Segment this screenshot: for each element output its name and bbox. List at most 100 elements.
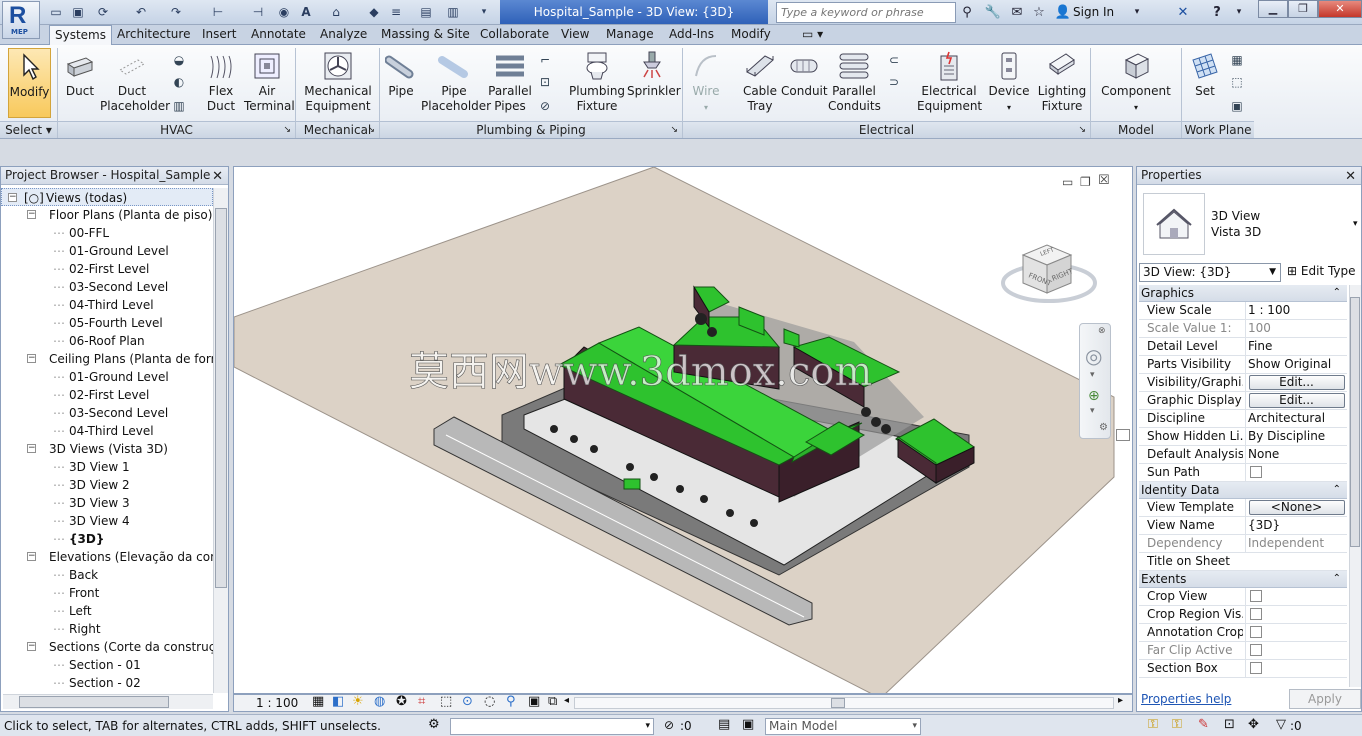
air-terminal-button[interactable]: Air Terminal (244, 48, 295, 118)
property-edit-button[interactable]: <None> (1248, 500, 1345, 515)
property-row[interactable]: Parts Visibility Show Original (1139, 356, 1347, 374)
tab-systems[interactable]: Systems (49, 25, 112, 46)
workset-select[interactable]: ▾ (450, 718, 654, 735)
text-icon[interactable]: A (298, 4, 314, 20)
show-work-plane-icon[interactable]: ▦ (1228, 52, 1246, 68)
scroll-thumb[interactable] (215, 208, 227, 588)
mechanical-equipment-button[interactable]: Mechanical Equipment (303, 48, 373, 118)
close-button[interactable]: ✕ (1318, 0, 1362, 18)
analysis-display-icon[interactable]: ▣ (528, 694, 540, 709)
tree-root[interactable]: − [○] Views (todas) (1, 188, 213, 206)
visual-style-icon[interactable]: ◧ (332, 694, 344, 709)
help-icon[interactable]: ? (1208, 4, 1226, 21)
property-edit-button[interactable]: Edit... (1248, 393, 1345, 408)
property-row[interactable]: Detail Level Fine (1139, 338, 1347, 356)
property-row[interactable]: Scale Value 1: 100 (1139, 320, 1347, 338)
measure-icon[interactable]: ⊢ (210, 4, 226, 20)
property-row[interactable]: Crop View (1139, 588, 1347, 606)
design-options-icon[interactable]: ▤ (718, 717, 730, 732)
tree-item[interactable]: ⋯ Right (1, 620, 213, 638)
tree-item[interactable]: ⋯ Left (1, 602, 213, 620)
duct-accessory-icon[interactable]: ◐ (170, 74, 188, 90)
property-checkbox[interactable] (1250, 644, 1262, 656)
close-hidden-icon[interactable]: ▤ (418, 4, 434, 20)
property-row[interactable]: Far Clip Active (1139, 642, 1347, 660)
sun-path-icon[interactable]: ☀ (352, 694, 364, 709)
collapse-icon[interactable]: − (27, 642, 36, 651)
property-row[interactable]: Dependency Independent (1139, 535, 1347, 553)
flex-duct-button[interactable]: Flex Duct (200, 48, 242, 118)
collapse-group-icon[interactable]: ⌃ (1333, 482, 1341, 498)
scroll-thumb[interactable] (19, 696, 169, 708)
thin-lines-icon[interactable]: ≡ (388, 4, 404, 20)
tree-item[interactable]: ⋯ 01-Ground Level (1, 242, 213, 260)
property-row[interactable]: View Template <None> (1139, 499, 1347, 517)
collapse-icon[interactable]: − (8, 193, 17, 202)
zoom-dropdown-icon[interactable]: ▾ (1090, 406, 1095, 416)
select-underlay-icon[interactable]: ⚿ (1172, 717, 1182, 732)
component-button[interactable]: Component ▾ (1100, 48, 1172, 118)
collapse-icon[interactable]: − (27, 354, 36, 363)
tab-insert[interactable]: Insert (197, 25, 241, 45)
redo-icon[interactable]: ↷ (168, 4, 184, 20)
property-row[interactable]: Crop Region Vis... (1139, 606, 1347, 624)
panel-select[interactable]: Select ▾ (0, 121, 57, 138)
tab-manage[interactable]: Manage (601, 25, 659, 45)
subscription-icon[interactable]: 🔧 (984, 4, 1002, 21)
tree-group[interactable]: −Elevations (Elevação da constru (1, 548, 213, 566)
tree-item[interactable]: ⋯ Front (1, 584, 213, 602)
device-button[interactable]: Device ▾ (988, 48, 1030, 118)
tree-item[interactable]: ⋯ Back (1, 566, 213, 584)
wire-button[interactable]: Wire ▾ (686, 48, 726, 118)
tree-item[interactable]: ⋯ 3D View 1 (1, 458, 213, 476)
view-scale[interactable]: 1 : 100 (256, 696, 298, 710)
crop-view-icon[interactable]: ⌗ (418, 694, 425, 709)
dimension-icon[interactable]: ⊣ (250, 4, 266, 20)
pipe-fitting-icon[interactable]: ⌐ (536, 52, 554, 68)
steering-wheel-icon[interactable]: ◎ (1085, 344, 1102, 368)
tree-item[interactable]: ⋯ {3D} (1, 530, 213, 548)
save-icon[interactable]: ▣ (70, 4, 86, 20)
tab-add-ins[interactable]: Add-Ins (664, 25, 719, 45)
tab-modify[interactable]: Modify (726, 25, 776, 45)
tab-massing-site[interactable]: Massing & Site (376, 25, 475, 45)
set-work-plane-button[interactable]: Set (1185, 48, 1225, 118)
close-view-icon[interactable]: ☒ (1098, 173, 1110, 188)
tree-group[interactable]: − Sections (Corte da construção (1, 638, 213, 656)
conduit-button[interactable]: Conduit (781, 48, 828, 118)
viewport-horizontal-scrollbar[interactable] (574, 697, 1114, 709)
property-checkbox[interactable] (1250, 626, 1262, 638)
temporary-hide-icon[interactable]: ◌ (484, 694, 495, 709)
scroll-thumb[interactable] (1350, 297, 1360, 547)
cable-tray-fitting-icon[interactable]: ⊂ (885, 52, 903, 68)
viewer-icon[interactable]: ▣ (1228, 98, 1246, 114)
type-selector[interactable]: 3D View Vista 3D ▾ (1139, 189, 1359, 261)
pipe-accessory-icon[interactable]: ⊡ (536, 74, 554, 90)
tree-item[interactable]: ⋯ 04-Third Level (1, 296, 213, 314)
editable-only-icon[interactable]: ⊘ (664, 718, 674, 732)
favorites-icon[interactable]: ☆ (1030, 4, 1048, 21)
tree-item[interactable]: ⋯ 02-First Level (1, 260, 213, 278)
close-icon[interactable]: ✕ (212, 168, 223, 185)
pipe-placeholder-button[interactable]: Pipe Placeholder (421, 48, 491, 118)
ref-plane-icon[interactable]: ⬚ (1228, 74, 1246, 90)
help-search-input[interactable] (776, 2, 956, 23)
drag-elements-icon[interactable]: ✥ (1248, 717, 1259, 732)
zoom-region-icon[interactable]: ⊕ (1088, 388, 1100, 404)
property-row[interactable]: View Scale 1 : 100 (1139, 302, 1347, 320)
tree-group[interactable]: − Floor Plans (Planta de piso) (1, 206, 213, 224)
sign-in-link[interactable]: Sign In (1073, 5, 1114, 19)
switch-windows-icon[interactable]: ▥ (445, 4, 461, 20)
apply-button[interactable]: Apply (1289, 689, 1361, 709)
application-menu-button[interactable]: R MEP (2, 1, 40, 39)
convert-flex-icon[interactable]: ▥ (170, 98, 188, 114)
tree-item[interactable]: ⋯ 00-FFL (1, 224, 213, 242)
render-icon[interactable]: ✪ (396, 694, 407, 709)
property-checkbox[interactable] (1250, 662, 1262, 674)
exclude-options-icon[interactable]: ▣ (742, 717, 754, 732)
select-links-icon[interactable]: ⚿ (1148, 717, 1158, 732)
tab-view[interactable]: View (556, 25, 594, 45)
property-row[interactable]: Show Hidden Li... By Discipline (1139, 428, 1347, 446)
collapse-icon[interactable]: − (27, 552, 36, 561)
property-group-header[interactable]: Identity Data ⌃ (1139, 482, 1347, 499)
